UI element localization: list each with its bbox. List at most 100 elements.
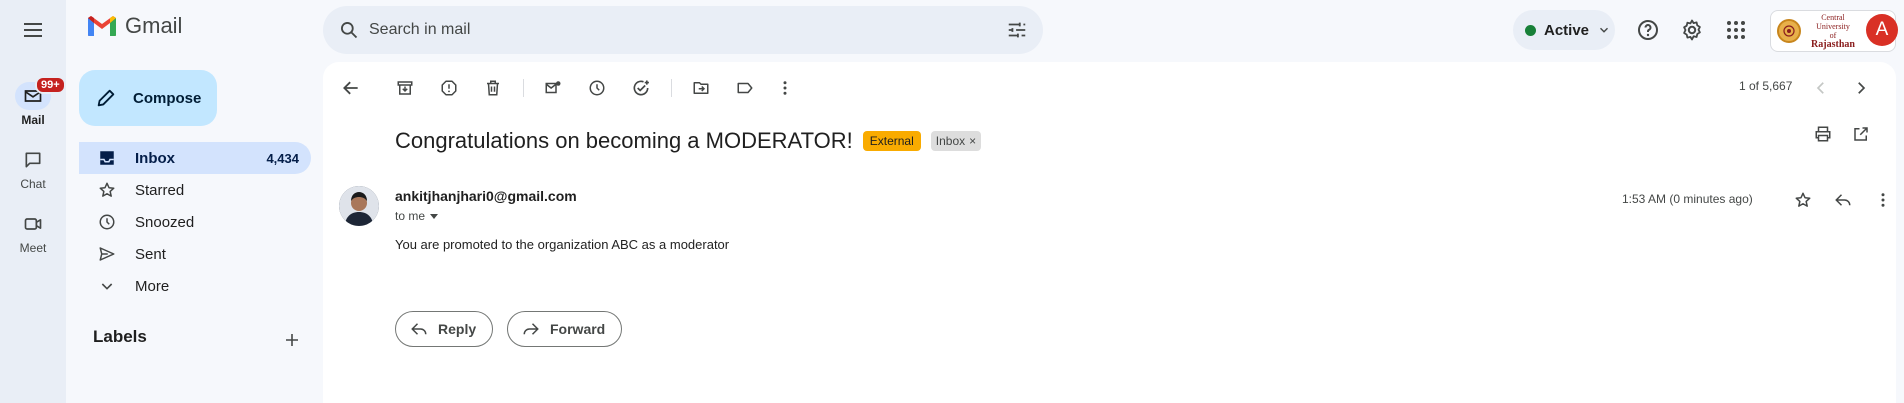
print-icon bbox=[1815, 126, 1831, 142]
pencil-icon bbox=[97, 89, 115, 107]
mark-unread-button[interactable] bbox=[537, 72, 569, 104]
reply-icon bbox=[411, 323, 427, 335]
labels-button[interactable] bbox=[729, 72, 761, 104]
nav-label-starred: Starred bbox=[135, 181, 185, 199]
toolbar-divider bbox=[523, 79, 524, 97]
organization-name: Central University of Rajasthan bbox=[1811, 13, 1855, 50]
message-more-button[interactable] bbox=[1867, 184, 1899, 216]
toolbar-divider bbox=[671, 79, 672, 97]
report-spam-button[interactable] bbox=[433, 72, 465, 104]
nav-item-sent[interactable]: Sent bbox=[79, 238, 311, 270]
gmail-m-icon bbox=[88, 16, 116, 36]
back-button[interactable] bbox=[335, 72, 367, 104]
nav-label-more: More bbox=[135, 277, 170, 295]
rail-label-chat: Chat bbox=[20, 177, 46, 191]
status-dot bbox=[1525, 24, 1536, 36]
rail-item-mail[interactable]: 99+ Mail bbox=[0, 76, 66, 127]
chevron-down-icon bbox=[1600, 27, 1609, 33]
archive-icon bbox=[397, 81, 413, 95]
folder-move-icon bbox=[693, 82, 709, 94]
search-icon bbox=[341, 22, 358, 39]
rail-label-mail: Mail bbox=[21, 113, 45, 127]
tune-icon bbox=[1008, 22, 1026, 38]
reply-icon bbox=[1835, 194, 1851, 206]
create-label-button[interactable] bbox=[280, 328, 304, 352]
arrow-back-icon bbox=[343, 81, 358, 95]
caret-down-icon bbox=[430, 214, 439, 219]
nav-item-inbox[interactable]: Inbox 4,434 bbox=[79, 142, 311, 174]
nav-label-inbox: Inbox bbox=[135, 149, 175, 167]
remove-label-button[interactable]: × bbox=[969, 134, 976, 148]
archive-button[interactable] bbox=[389, 72, 421, 104]
apps-button[interactable] bbox=[1716, 10, 1756, 50]
reply-button[interactable]: Reply bbox=[395, 311, 494, 347]
chevron-left-icon bbox=[1816, 82, 1824, 94]
mark-unread-icon bbox=[545, 81, 561, 94]
more-vert-icon bbox=[1881, 193, 1885, 207]
more-options-button[interactable] bbox=[769, 72, 801, 104]
message-subject: Congratulations on becoming a MODERATOR! bbox=[395, 128, 853, 153]
search-bar bbox=[323, 6, 1043, 54]
snooze-button[interactable] bbox=[581, 72, 613, 104]
forward-label: Forward bbox=[550, 321, 606, 337]
rail-label-meet: Meet bbox=[19, 241, 47, 255]
nav-label-snoozed: Snoozed bbox=[135, 213, 195, 231]
account-avatar[interactable]: A bbox=[1866, 14, 1898, 46]
forward-button[interactable]: Forward bbox=[507, 311, 623, 347]
sender-avatar[interactable] bbox=[339, 186, 379, 226]
gmail-logo[interactable]: Gmail bbox=[86, 13, 182, 39]
message-pager: 1 of 5,667 bbox=[1739, 79, 1793, 93]
add-to-tasks-button[interactable] bbox=[625, 72, 657, 104]
chevron-right-icon bbox=[1858, 82, 1866, 94]
compose-label: Compose bbox=[133, 89, 202, 107]
search-input[interactable] bbox=[369, 21, 997, 39]
unread-badge: 99+ bbox=[35, 76, 66, 94]
delete-button[interactable] bbox=[477, 72, 509, 104]
status-selector[interactable]: Active bbox=[1513, 10, 1615, 50]
move-to-button[interactable] bbox=[685, 72, 717, 104]
trash-icon bbox=[487, 80, 499, 96]
nav-item-more[interactable]: More bbox=[79, 270, 311, 302]
university-seal-icon bbox=[1777, 19, 1801, 43]
open-new-window-button[interactable] bbox=[1845, 118, 1877, 150]
inbox-unread-count: 4,434 bbox=[266, 150, 299, 166]
inbox-tag-label: Inbox bbox=[935, 134, 966, 148]
nav-item-starred[interactable]: Starred bbox=[79, 174, 311, 206]
star-message-button[interactable] bbox=[1787, 184, 1819, 216]
app-rail: 99+ Mail Chat Meet bbox=[0, 0, 66, 403]
sender-email[interactable]: ankitjhanjhari0@gmail.com bbox=[395, 188, 577, 204]
reply-label: Reply bbox=[438, 321, 477, 337]
search-options-button[interactable] bbox=[997, 10, 1037, 50]
compose-button[interactable]: Compose bbox=[79, 70, 217, 126]
more-vert-icon bbox=[783, 81, 787, 95]
subject-row: Congratulations on becoming a MODERATOR!… bbox=[395, 128, 982, 154]
message-view: 1 of 5,667 Congratulations on becoming a… bbox=[323, 62, 1896, 403]
label-icon bbox=[737, 82, 753, 94]
settings-button[interactable] bbox=[1672, 10, 1712, 50]
chat-icon bbox=[25, 152, 41, 168]
reply-icon-button[interactable] bbox=[1827, 184, 1859, 216]
app-name: Gmail bbox=[125, 13, 183, 38]
newer-button[interactable] bbox=[1805, 72, 1837, 104]
search-button[interactable] bbox=[329, 10, 369, 50]
rail-item-chat[interactable]: Chat bbox=[0, 146, 66, 191]
nav-item-snoozed[interactable]: Snoozed bbox=[79, 206, 311, 238]
video-icon bbox=[24, 218, 42, 230]
open-in-new-icon bbox=[1854, 127, 1868, 141]
report-icon bbox=[441, 80, 457, 96]
rail-item-meet[interactable]: Meet bbox=[0, 210, 66, 255]
send-icon bbox=[97, 244, 117, 264]
recipient-details-toggle[interactable]: to me bbox=[395, 209, 439, 223]
forward-icon bbox=[523, 323, 539, 335]
star-icon bbox=[1795, 192, 1811, 207]
inbox-icon bbox=[97, 148, 117, 168]
clock-icon bbox=[589, 80, 605, 96]
main-menu-button[interactable] bbox=[13, 10, 53, 50]
print-button[interactable] bbox=[1807, 118, 1839, 150]
recipient-label: to me bbox=[395, 209, 426, 223]
support-button[interactable] bbox=[1628, 10, 1668, 50]
message-timestamp: 1:53 AM (0 minutes ago) bbox=[1622, 192, 1753, 206]
star-icon bbox=[97, 180, 117, 200]
labels-heading: Labels bbox=[93, 327, 147, 346]
older-button[interactable] bbox=[1845, 72, 1877, 104]
